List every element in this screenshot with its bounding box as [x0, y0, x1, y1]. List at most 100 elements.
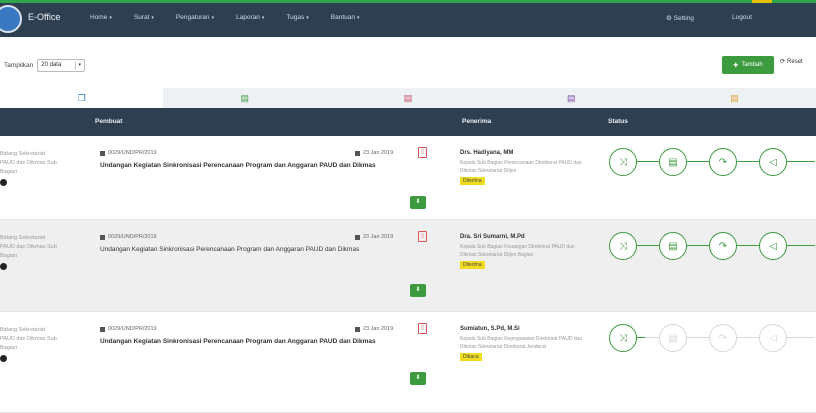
table-row[interactable]: Bidang Sekretariat PAUD dan Dikmas Sub B…: [0, 220, 816, 312]
recipient-desc: Kepala Sub Bagian Perencanaan Direktorat…: [460, 160, 582, 174]
letter-number-text: 0029/UND/PR/2019: [108, 150, 157, 156]
reset-button[interactable]: ⟳ Reset: [780, 58, 803, 66]
letter-date-text: 23 Jan 2019: [363, 150, 394, 156]
reset-label: Reset: [787, 58, 803, 65]
yellow-doc-icon: ▤: [730, 92, 739, 103]
inbox-doc-icon: ❐: [77, 92, 86, 103]
green-doc-icon: ▤: [240, 92, 250, 103]
status-tracker: ⤨ ▤ ↷ ◁: [605, 232, 815, 260]
calendar-icon: [355, 326, 360, 332]
letter-number-text: 0029/UND/PR/2019: [108, 326, 157, 332]
add-button[interactable]: ✚ Tambah: [722, 56, 774, 74]
status-tracker: ⤨ ▤ ↷ ◁: [605, 324, 815, 352]
header-pembuat: Pembuat: [95, 118, 123, 125]
menu-pengaturan[interactable]: Pengaturan ▾: [176, 14, 214, 21]
table-row[interactable]: Bidang Sekretariat PAUD dan Dikmas Sub B…: [0, 136, 816, 220]
chevron-down-icon: ▾: [151, 15, 154, 21]
menu-surat[interactable]: Surat ▾: [134, 14, 154, 21]
plus-icon: ✚: [733, 62, 739, 69]
menu-tugas[interactable]: Tugas ▾: [286, 14, 308, 21]
forward-icon[interactable]: ↷: [709, 148, 737, 176]
chevron-down-icon: ▾: [75, 61, 83, 70]
show-label: Tampilkan: [4, 62, 34, 69]
megaphone-icon[interactable]: ◁: [759, 324, 787, 352]
shuffle-icon[interactable]: ⤨: [609, 148, 637, 176]
download-icon: ⬇: [415, 199, 421, 205]
status-badge: Diterima: [460, 261, 485, 269]
forward-icon[interactable]: ↷: [709, 324, 737, 352]
recipient-cell: Drs. Hadiyana, MM Kepala Sub Bagian Pere…: [460, 150, 590, 185]
doc-icon: [100, 326, 105, 332]
row-origin: Bidang Sekretariat PAUD dan Dikmas Sub B…: [0, 326, 60, 362]
refresh-icon: ⟳: [780, 59, 786, 65]
top-navbar: E-Office Home ▾ Surat ▾ Pengaturan ▾ Lapora…: [0, 3, 816, 37]
logout-link[interactable]: Logout: [732, 14, 752, 21]
menu-label: Pengaturan: [175, 14, 210, 21]
pdf-icon[interactable]: ▯: [418, 323, 427, 334]
logo-icon[interactable]: [0, 5, 22, 33]
menu-label: Home: [90, 14, 108, 21]
recipient-cell: Dra. Sri Sumarni, M.Pd Kepala Sub Bagian…: [460, 234, 590, 269]
chevron-down-icon: ▾: [306, 15, 309, 21]
main-menu: Home ▾ Surat ▾ Pengaturan ▾ Laporan ▾ Tugas ▾…: [90, 14, 382, 21]
calendar-icon: [355, 234, 360, 240]
shuffle-icon[interactable]: ⤨: [609, 324, 637, 352]
status-badge: Diterima: [460, 177, 485, 185]
megaphone-icon[interactable]: ◁: [759, 148, 787, 176]
letter-date: 23 Jan 2019: [355, 150, 393, 156]
letter-number-text: 0029/UND/PR/2019: [108, 234, 157, 240]
recipient-desc: Kepala Sub Bagian Kepegawaian Direktorat…: [460, 336, 583, 350]
menu-home[interactable]: Home ▾: [90, 14, 112, 21]
download-icon: ⬇: [415, 375, 421, 381]
shuffle-icon[interactable]: ⤨: [609, 232, 637, 260]
red-doc-icon: ▤: [403, 92, 413, 103]
letter-subject[interactable]: Undangan Kegiatan Sinkronisasi Perencana…: [100, 161, 420, 170]
bullet-icon: [0, 263, 7, 270]
row-origin-text: Bidang Sekretariat PAUD dan Dikmas Sub B…: [0, 235, 57, 259]
chevron-down-icon: ▾: [261, 15, 265, 21]
menu-label: Tugas: [286, 14, 305, 21]
setting-link[interactable]: ⚙ Setting: [666, 14, 694, 22]
table-row[interactable]: Bidang Sekretariat PAUD dan Dikmas Sub B…: [0, 312, 816, 413]
document-icon[interactable]: ▤: [659, 148, 687, 176]
recipient-name: Dra. Sri Sumarni, M.Pd: [460, 234, 525, 240]
page-size-value: 20 data: [41, 62, 62, 68]
status-tracker: ⤨ ▤ ↷ ◁: [605, 148, 815, 176]
tab-red[interactable]: ▤: [326, 88, 490, 108]
download-icon: ⬇: [415, 287, 421, 293]
letter-date: 23 Jan 2019: [355, 326, 393, 332]
tab-green[interactable]: ▤: [163, 88, 327, 108]
download-button[interactable]: ⬇: [410, 284, 426, 297]
megaphone-icon[interactable]: ◁: [759, 232, 787, 260]
recipient-cell: Sumiatun, S.Pd, M.Si Kepala Sub Bagian K…: [460, 326, 590, 361]
tab-inbox[interactable]: ❐: [0, 88, 164, 108]
menu-label: Surat: [133, 14, 150, 21]
brand-title[interactable]: E-Office: [28, 12, 60, 22]
pdf-icon[interactable]: ▯: [418, 231, 427, 242]
header-status: Status: [608, 118, 628, 125]
menu-label: Laporan: [236, 14, 260, 21]
menu-bantuan[interactable]: Bantuan ▾: [331, 14, 360, 21]
page-size-control: Tampilkan 20 data ▾: [4, 59, 86, 72]
letter-subject[interactable]: Undangan Kegiatan Sinkronisasi Perencana…: [100, 245, 420, 254]
letter-subject[interactable]: Undangan Kegiatan Sinkronisasi Perencana…: [100, 337, 420, 346]
setting-label: Setting: [673, 15, 694, 22]
download-button[interactable]: ⬇: [410, 372, 426, 385]
document-icon[interactable]: ▤: [659, 232, 687, 260]
gear-icon: ⚙: [666, 15, 674, 22]
tab-purple[interactable]: ▤: [489, 88, 653, 108]
pdf-icon[interactable]: ▯: [418, 147, 427, 158]
category-tabs: ❐ ▤ ▤ ▤ ▤: [0, 88, 816, 108]
recipient-desc: Kepala Sub Bagian Keuangan Direktorat PA…: [460, 244, 575, 258]
menu-label: Bantuan: [330, 14, 355, 21]
row-origin: Bidang Sekretariat PAUD dan Dikmas Sub B…: [0, 150, 60, 186]
page-size-select[interactable]: 20 data ▾: [37, 59, 86, 72]
row-origin-text: Bidang Sekretariat PAUD dan Dikmas Sub B…: [0, 327, 57, 351]
menu-laporan[interactable]: Laporan ▾: [236, 14, 264, 21]
calendar-icon: [355, 150, 360, 156]
forward-icon[interactable]: ↷: [709, 232, 737, 260]
chevron-down-icon: ▾: [357, 15, 360, 21]
tab-yellow[interactable]: ▤: [652, 88, 816, 108]
download-button[interactable]: ⬇: [410, 196, 426, 209]
document-icon[interactable]: ▤: [659, 324, 687, 352]
